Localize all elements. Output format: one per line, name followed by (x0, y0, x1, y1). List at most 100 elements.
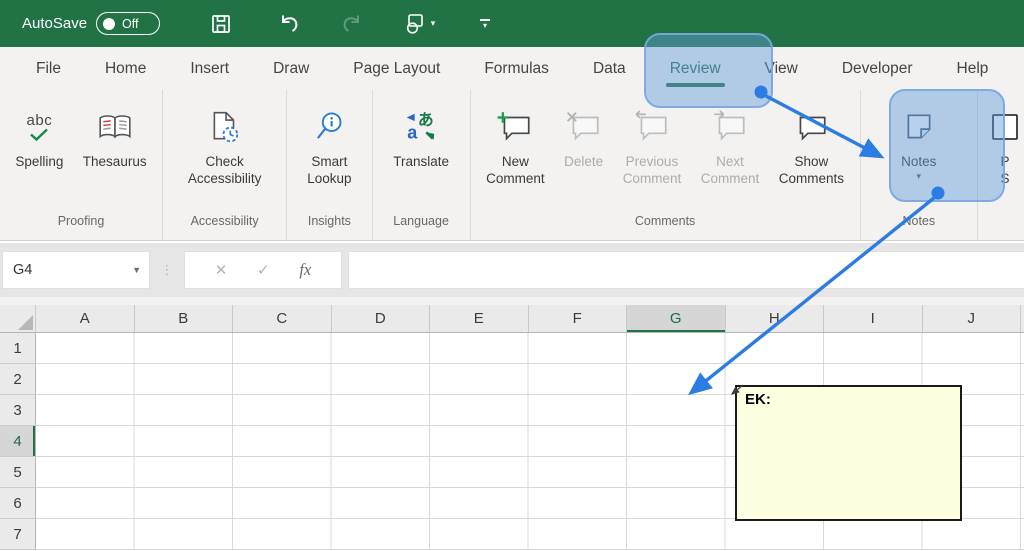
smart-lookup-label-line1: Smart (307, 153, 351, 170)
translate-button[interactable]: あ a Translate (389, 99, 453, 172)
svg-text:a: a (407, 123, 418, 143)
customize-qat-button[interactable]: ▾ (452, 7, 518, 41)
tab-home[interactable]: Home (83, 47, 168, 90)
tab-view[interactable]: View (743, 47, 820, 90)
ribbon-group-protect-partial: P S (978, 90, 1024, 240)
previous-comment-icon (633, 101, 671, 153)
row-header-3[interactable]: 3 (0, 395, 36, 426)
protect-sheet-label-line1: P (1000, 153, 1009, 170)
cancel-entry-icon[interactable]: ✕ (215, 261, 228, 279)
tab-review[interactable]: Review (648, 47, 743, 90)
next-comment-icon (711, 101, 749, 153)
row-header-4[interactable]: 4 (0, 426, 36, 457)
previous-comment-button[interactable]: Previous Comment (619, 99, 686, 189)
sheet-row-1: 1 (0, 333, 1024, 364)
insights-group-label: Insights (287, 214, 371, 240)
thesaurus-button[interactable]: Thesaurus (79, 99, 151, 172)
show-comments-icon (792, 101, 830, 153)
notes-dropdown-caret: ▾ (917, 171, 922, 182)
protect-sheet-button-partial[interactable]: P S (986, 99, 1024, 189)
formula-grid-divider (0, 297, 1024, 305)
column-header-a[interactable]: A (36, 305, 135, 332)
column-header-b[interactable]: B (135, 305, 234, 332)
delete-comment-label: Delete (564, 153, 603, 170)
new-comment-button[interactable]: New Comment (482, 99, 549, 189)
column-header-f[interactable]: F (529, 305, 628, 332)
delete-comment-icon (565, 101, 603, 153)
autosave-label: AutoSave (22, 15, 87, 32)
row-header-1[interactable]: 1 (0, 333, 36, 364)
proofing-group-label: Proofing (0, 214, 162, 240)
tab-file[interactable]: File (14, 47, 83, 90)
ribbon: abc Spelling (0, 90, 1024, 241)
row-header-6[interactable]: 6 (0, 488, 36, 519)
ribbon-group-insights: Smart Lookup Insights (287, 90, 372, 240)
save-icon (209, 12, 233, 36)
cell-note[interactable]: EK: (735, 385, 962, 521)
column-headers: ABCDEFGHIJ (0, 305, 1024, 333)
formula-bar-buttons: ✕ ✓ fx (184, 251, 342, 289)
notes-button[interactable]: Notes ▾ (897, 99, 940, 184)
row-header-7[interactable]: 7 (0, 519, 36, 550)
tab-draw[interactable]: Draw (251, 47, 331, 90)
insert-function-icon[interactable]: fx (299, 260, 311, 280)
column-header-g[interactable]: G (627, 305, 726, 332)
delete-comment-button[interactable]: Delete (560, 99, 607, 172)
undo-icon (275, 11, 300, 36)
show-comments-label-line2: Comments (779, 170, 844, 187)
autosave-toggle-knob (103, 18, 115, 30)
spelling-button[interactable]: abc Spelling (11, 99, 67, 172)
tab-help[interactable]: Help (935, 47, 1011, 90)
smart-lookup-label-line2: Lookup (307, 170, 351, 187)
autosave-toggle[interactable]: Off (96, 12, 160, 35)
quick-access-toolbar: ▾ ▾ (188, 7, 518, 41)
formula-input[interactable] (348, 251, 1024, 289)
new-comment-label-line2: Comment (486, 170, 545, 187)
thesaurus-label: Thesaurus (83, 153, 147, 170)
undo-button[interactable] (254, 7, 320, 41)
tab-formulas[interactable]: Formulas (462, 47, 571, 90)
column-header-e[interactable]: E (430, 305, 529, 332)
row-1-cells[interactable] (36, 333, 1024, 364)
redo-button[interactable] (320, 7, 386, 41)
column-header-c[interactable]: C (233, 305, 332, 332)
comments-group-label: Comments (471, 214, 860, 240)
thesaurus-icon (97, 101, 133, 153)
formula-bar-resize-handle[interactable]: ⋮ (150, 262, 184, 278)
next-comment-button[interactable]: Next Comment (697, 99, 764, 189)
previous-comment-label-line1: Previous (623, 153, 682, 170)
tab-data[interactable]: Data (571, 47, 648, 90)
smart-lookup-button[interactable]: Smart Lookup (303, 99, 355, 189)
column-header-i[interactable]: I (824, 305, 923, 332)
excel-window: AutoSave Off (0, 0, 1024, 551)
show-comments-label-line1: Show (779, 153, 844, 170)
column-header-d[interactable]: D (332, 305, 431, 332)
translate-label: Translate (393, 153, 449, 170)
svg-text:あ: あ (418, 110, 434, 129)
title-bar: AutoSave Off (0, 0, 1024, 47)
row-header-2[interactable]: 2 (0, 364, 36, 395)
notes-group-label: Notes (861, 214, 977, 240)
column-header-h[interactable]: H (726, 305, 825, 332)
formula-bar: G4 ▼ ⋮ ✕ ✓ fx (0, 243, 1024, 297)
smart-lookup-icon (313, 101, 345, 153)
save-button[interactable] (188, 7, 254, 41)
select-all-corner[interactable] (0, 305, 36, 332)
notes-icon (902, 101, 936, 153)
tab-page-layout[interactable]: Page Layout (331, 47, 462, 90)
row-header-5[interactable]: 5 (0, 457, 36, 488)
row-7-cells[interactable] (36, 519, 1024, 550)
name-box[interactable]: G4 ▼ (2, 251, 150, 289)
name-box-dropdown-caret: ▼ (132, 265, 141, 275)
column-header-j[interactable]: J (923, 305, 1022, 332)
spelling-icon: abc (27, 101, 53, 153)
tab-developer[interactable]: Developer (820, 47, 935, 90)
check-accessibility-button[interactable]: Check Accessibility (184, 99, 266, 189)
protect-sheet-icon-partial (990, 101, 1020, 153)
show-comments-button[interactable]: Show Comments (775, 99, 848, 189)
confirm-entry-icon[interactable]: ✓ (257, 261, 270, 279)
redo-icon (341, 11, 366, 36)
shapes-button[interactable]: ▾ (386, 7, 452, 41)
customize-qat-icon: ▾ (480, 19, 490, 28)
tab-insert[interactable]: Insert (168, 47, 251, 90)
